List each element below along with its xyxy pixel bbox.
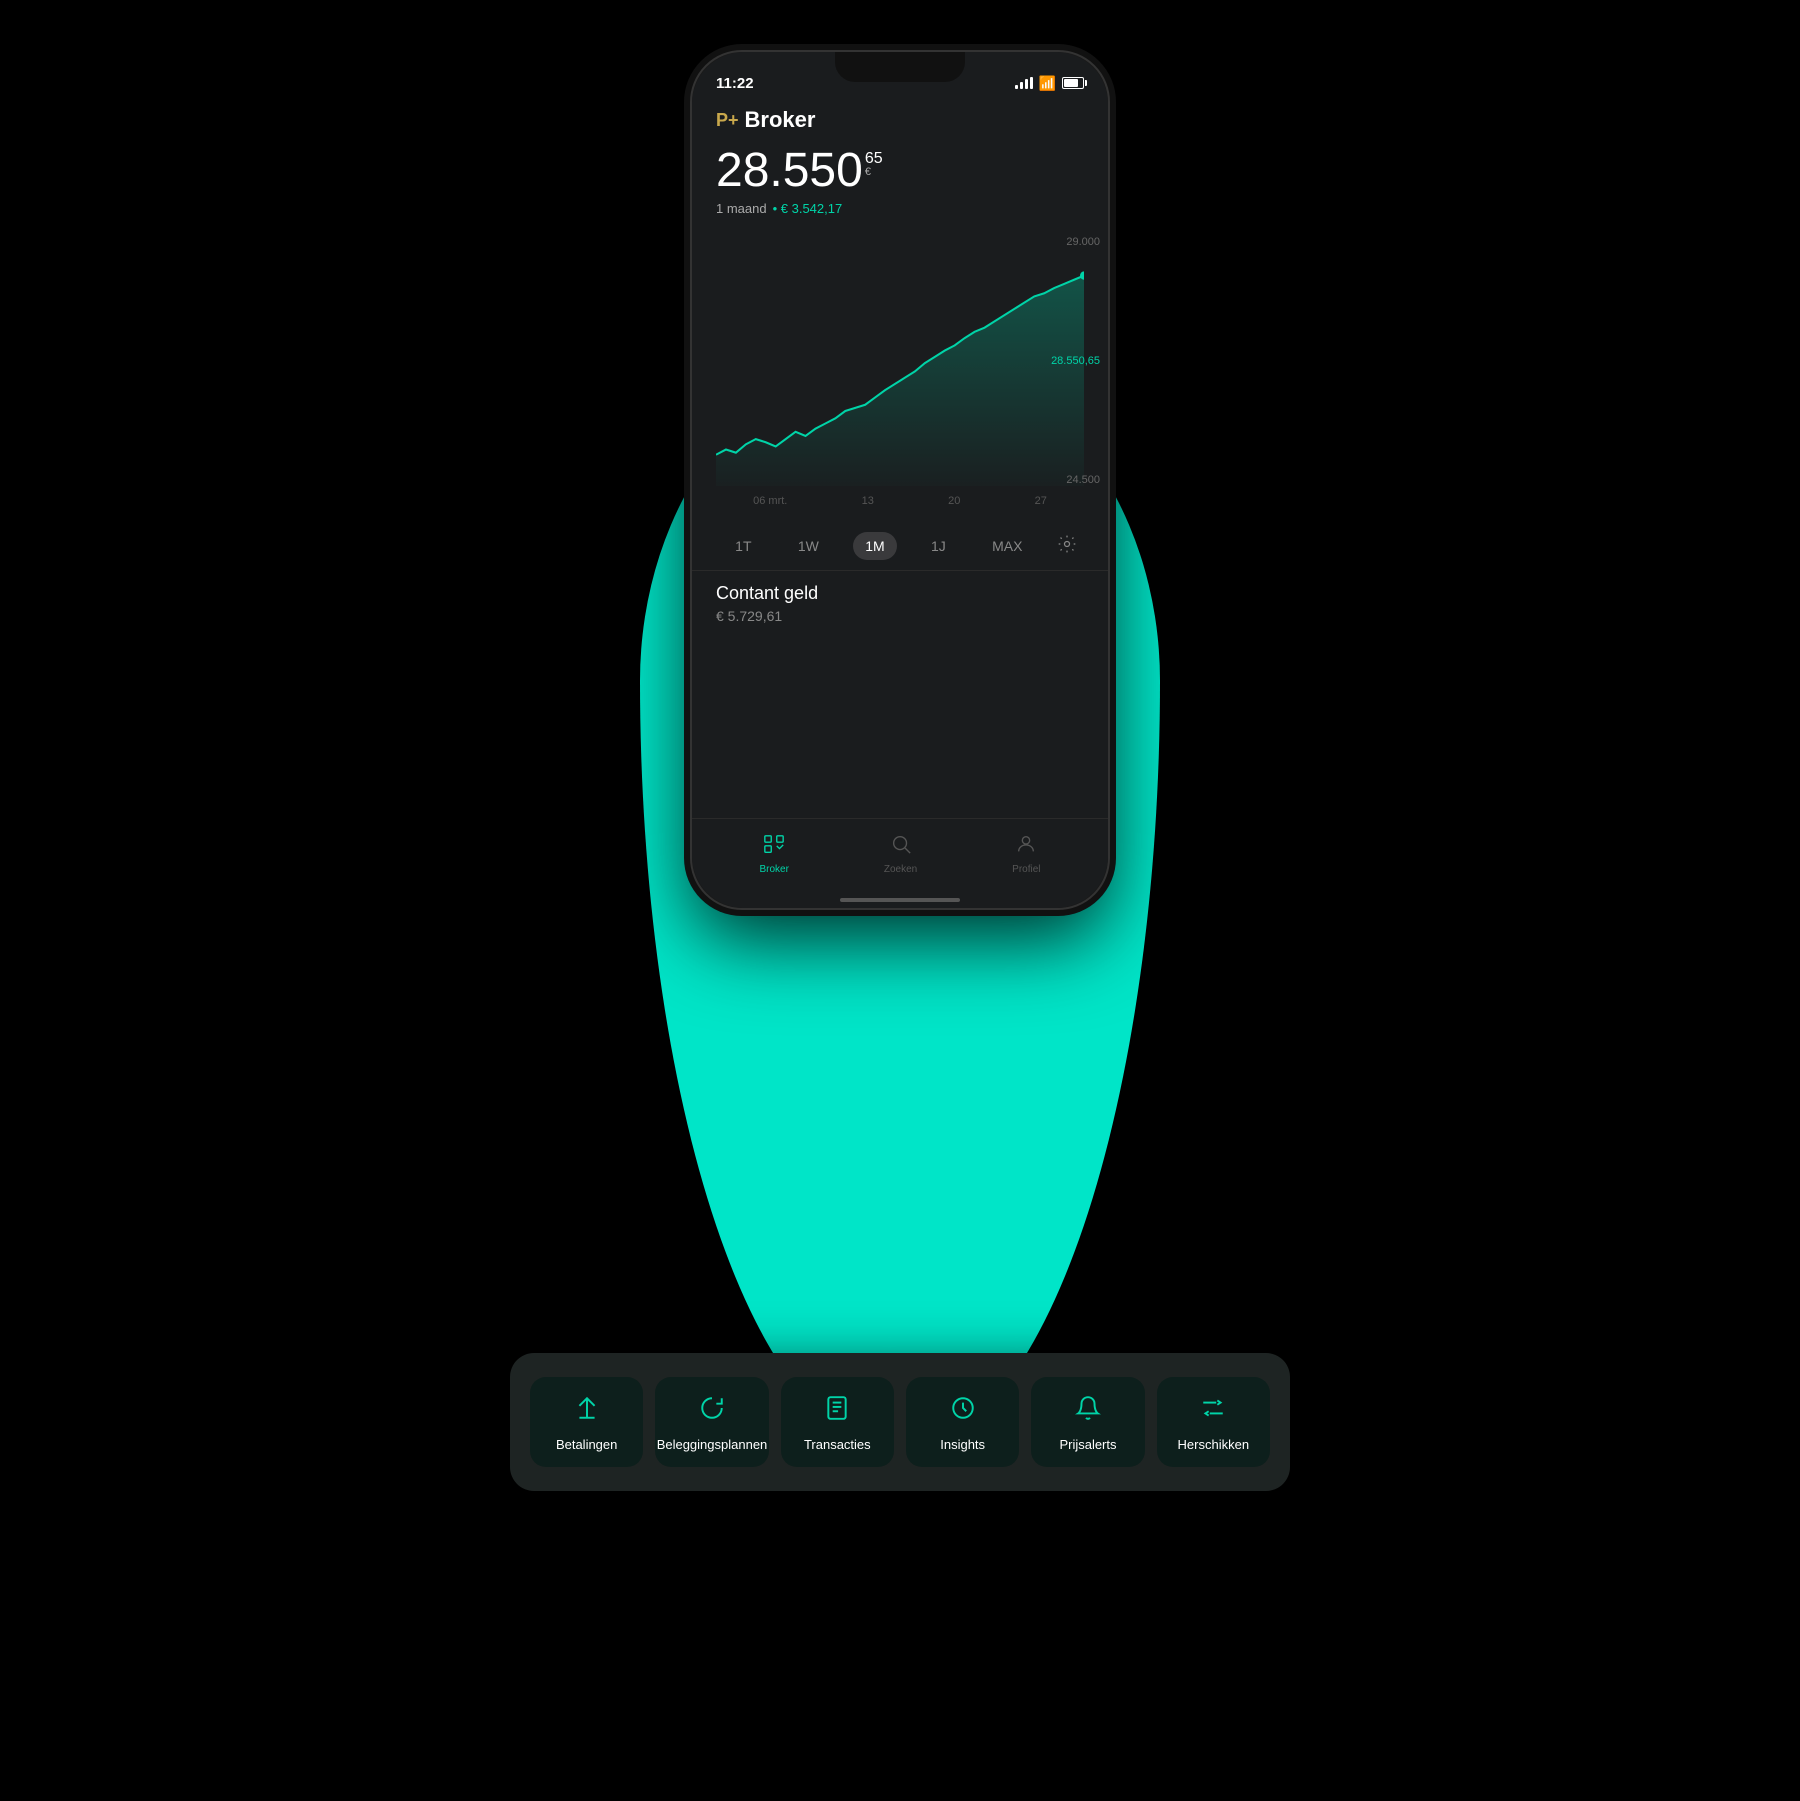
herschikken-icon <box>1200 1395 1226 1427</box>
nav-item-broker[interactable]: Broker <box>759 833 788 875</box>
phone-screen: 11:22 📶 <box>692 52 1108 908</box>
zoeken-nav-label: Zoeken <box>884 864 917 875</box>
broker-name: Broker <box>745 107 816 133</box>
betalingen-icon <box>574 1395 600 1427</box>
insights-icon <box>950 1395 976 1427</box>
battery-icon <box>1062 77 1084 89</box>
action-btn-insights[interactable]: Insights <box>906 1377 1019 1467</box>
chart-svg <box>716 236 1084 486</box>
broker-title: P+ Broker <box>716 107 1084 133</box>
transacties-label: Transacties <box>804 1437 871 1453</box>
status-time: 11:22 <box>716 75 754 92</box>
herschikken-label: Herschikken <box>1178 1437 1250 1453</box>
beleggingsplannen-icon <box>699 1395 725 1427</box>
value-currency: € <box>865 167 883 178</box>
action-btn-herschikken[interactable]: Herschikken <box>1157 1377 1270 1467</box>
signal-icon <box>1015 77 1033 89</box>
phone-notch <box>835 52 965 82</box>
period-gain: • € 3.542,17 <box>773 201 843 216</box>
period-btn-max[interactable]: MAX <box>980 532 1034 560</box>
value-main: 28.550 <box>716 147 863 195</box>
phone-wrapper: 11:22 📶 <box>690 50 1110 910</box>
broker-logo: P+ <box>716 110 739 131</box>
chart-date-1: 06 mrt. <box>753 495 787 507</box>
chart-date-2: 13 <box>862 495 874 507</box>
broker-nav-label: Broker <box>759 864 788 875</box>
period-btn-1m[interactable]: 1M <box>853 532 896 560</box>
portfolio-period: 1 maand • € 3.542,17 <box>716 201 1084 216</box>
profiel-nav-label: Profiel <box>1012 864 1040 875</box>
beleggingsplannen-label: Beleggingsplannen <box>657 1437 768 1453</box>
chart-date-4: 27 <box>1035 495 1047 507</box>
period-btn-1j[interactable]: 1J <box>919 532 958 560</box>
period-btn-1w[interactable]: 1W <box>786 532 831 560</box>
status-icons: 📶 <box>1015 75 1084 92</box>
chart-settings-button[interactable] <box>1057 534 1077 559</box>
action-btn-betalingen[interactable]: Betalingen <box>530 1377 643 1467</box>
phone-frame: 11:22 📶 <box>690 50 1110 910</box>
broker-nav-icon <box>763 833 785 861</box>
action-btn-prijsalerts[interactable]: Prijsalerts <box>1031 1377 1144 1467</box>
zoeken-nav-icon <box>890 833 912 861</box>
action-btn-transacties[interactable]: Transacties <box>781 1377 894 1467</box>
nav-item-zoeken[interactable]: Zoeken <box>884 833 917 875</box>
prijsalerts-label: Prijsalerts <box>1059 1437 1116 1453</box>
home-indicator <box>840 898 960 902</box>
action-btn-beleggingsplannen[interactable]: Beleggingsplannen <box>655 1377 768 1467</box>
period-btn-1t[interactable]: 1T <box>723 532 763 560</box>
period-label: 1 maand <box>716 201 767 216</box>
chart-max-label: 29.000 <box>1066 236 1100 248</box>
nav-item-profiel[interactable]: Profiel <box>1012 833 1040 875</box>
chart-area: 29.000 28.550,65 24.500 <box>692 236 1108 516</box>
value-decimals: 65 <box>865 151 883 167</box>
bottom-nav: Broker Zoeken <box>692 818 1108 908</box>
cash-value: € 5.729,61 <box>716 608 1084 624</box>
transacties-icon <box>824 1395 850 1427</box>
prijsalerts-icon <box>1075 1395 1101 1427</box>
chart-min-label: 24.500 <box>1066 474 1100 486</box>
profiel-nav-icon <box>1015 833 1037 861</box>
betalingen-label: Betalingen <box>556 1437 617 1453</box>
action-panel: Betalingen Beleggingsplannen <box>510 1353 1290 1491</box>
cash-section: Contant geld € 5.729,61 <box>692 570 1108 636</box>
insights-label: Insights <box>940 1437 985 1453</box>
chart-labels: 29.000 28.550,65 24.500 <box>1051 236 1100 486</box>
chart-date-3: 20 <box>948 495 960 507</box>
chart-dates: 06 mrt. 13 20 27 <box>716 491 1084 511</box>
period-selector: 1T 1W 1M 1J MAX <box>692 516 1108 570</box>
wifi-icon: 📶 <box>1039 75 1056 92</box>
scene: 11:22 📶 <box>0 0 1800 1801</box>
portfolio-value: 28.550 65 € <box>716 147 1084 195</box>
chart-current-label: 28.550,65 <box>1051 355 1100 367</box>
cash-label: Contant geld <box>716 583 1084 604</box>
